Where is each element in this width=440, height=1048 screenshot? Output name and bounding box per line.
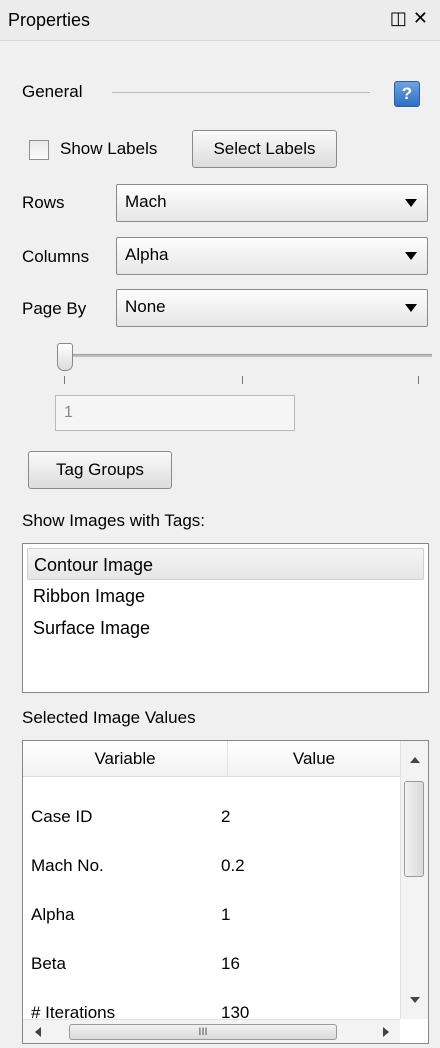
column-header-variable[interactable]: Variable (23, 741, 228, 777)
page-slider-track[interactable] (60, 354, 432, 357)
close-icon[interactable]: ✕ (413, 8, 434, 28)
tags-listbox[interactable]: Contour Image Ribbon Image Surface Image (22, 543, 429, 693)
selected-values-label: Selected Image Values (22, 708, 196, 727)
table-cell: Mach No. (31, 856, 104, 875)
page-spinbox[interactable]: 1 (55, 395, 295, 431)
rows-select[interactable]: Mach (116, 184, 428, 222)
panel-title: Properties (8, 10, 91, 30)
scroll-right-icon[interactable] (383, 1027, 389, 1037)
show-labels-checkbox[interactable] (29, 140, 49, 160)
table-cell: 0.2 (221, 856, 245, 875)
tags-label: Show Images with Tags: (22, 511, 205, 530)
page-slider-handle[interactable] (57, 343, 73, 371)
column-header-value[interactable]: Value (228, 741, 400, 777)
columns-label: Columns (22, 247, 90, 266)
float-icon[interactable]: ◫ (390, 8, 413, 28)
table-cell: Alpha (31, 905, 75, 924)
vertical-scroll-thumb[interactable] (404, 781, 424, 877)
select-labels-button[interactable]: Select Labels (192, 130, 337, 168)
selected-values-table[interactable]: Variable Value Case ID 2 Mach No. 0.2 Al… (22, 740, 429, 1044)
chevron-down-icon (405, 304, 417, 312)
page-by-select[interactable]: None (116, 289, 428, 327)
help-icon[interactable]: ? (394, 81, 420, 107)
table-cell: 2 (221, 807, 231, 826)
show-labels-label[interactable]: Show Labels (60, 139, 157, 159)
columns-select[interactable]: Alpha (116, 237, 428, 275)
vertical-scrollbar[interactable] (400, 741, 428, 1019)
general-divider (112, 92, 370, 93)
page-by-label: Page By (22, 299, 87, 318)
scroll-up-icon[interactable] (410, 757, 420, 763)
chevron-down-icon (405, 252, 417, 260)
general-label: General (22, 82, 83, 101)
table-cell: Beta (31, 954, 66, 973)
table-cell: Case ID (31, 807, 93, 826)
columns-select-value: Alpha (125, 245, 169, 264)
slider-tick (418, 376, 419, 384)
scroll-left-icon[interactable] (35, 1027, 41, 1037)
list-item[interactable]: Contour Image (27, 548, 424, 580)
horizontal-scroll-thumb[interactable]: III (69, 1024, 337, 1040)
slider-tick (242, 376, 243, 384)
table-cell: 1 (221, 905, 231, 924)
chevron-down-icon (405, 199, 417, 207)
scroll-down-icon[interactable] (410, 997, 420, 1003)
horizontal-scrollbar[interactable]: III (23, 1019, 400, 1043)
tag-groups-button[interactable]: Tag Groups (28, 451, 172, 489)
page-spinbox-value: 1 (64, 404, 73, 421)
table-cell: 16 (221, 954, 240, 973)
rows-select-value: Mach (125, 192, 167, 211)
rows-label: Rows (22, 193, 65, 212)
slider-tick (64, 376, 65, 384)
panel-titlebar: Properties ◫✕ (0, 0, 440, 41)
page-by-select-value: None (125, 297, 166, 316)
list-item[interactable]: Surface Image (27, 612, 424, 644)
list-item[interactable]: Ribbon Image (27, 580, 424, 612)
